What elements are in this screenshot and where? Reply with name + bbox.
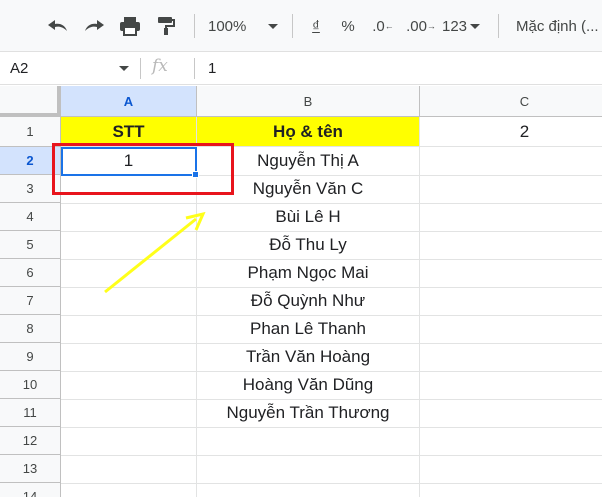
print-icon — [120, 17, 140, 36]
cell-c13[interactable] — [420, 455, 602, 484]
cell-a12[interactable] — [61, 427, 197, 456]
row-header[interactable]: 11 — [0, 399, 61, 427]
currency-label: ₫ — [312, 17, 320, 35]
zoom-select[interactable]: 100% — [208, 10, 282, 42]
cell-a13[interactable] — [61, 455, 197, 484]
cell-b10[interactable]: Hoàng Văn Dũng — [197, 371, 420, 400]
cell-a10[interactable] — [61, 371, 197, 400]
redo-button[interactable] — [80, 10, 108, 42]
row-header[interactable]: 5 — [0, 231, 61, 259]
formula-bar-separator — [194, 58, 195, 79]
cell-c3[interactable] — [420, 175, 602, 204]
cell-c10[interactable] — [420, 371, 602, 400]
row-header[interactable]: 13 — [0, 455, 61, 483]
cell-a11[interactable] — [61, 399, 197, 428]
cell-a1[interactable]: STT — [61, 117, 197, 147]
row-header[interactable]: 9 — [0, 343, 61, 371]
chevron-down-icon[interactable] — [119, 66, 129, 71]
paint-format-icon — [158, 17, 175, 35]
undo-button[interactable] — [44, 10, 72, 42]
arrow-left-icon: ← — [384, 21, 394, 31]
cell-reference: A2 — [10, 60, 29, 77]
cell-b11[interactable]: Nguyễn Trần Thương — [197, 399, 420, 428]
cell-c9[interactable] — [420, 343, 602, 372]
font-value: Mặc định (... — [516, 17, 599, 35]
increase-decimal-label: .00 — [406, 17, 427, 35]
cell-c12[interactable] — [420, 427, 602, 456]
toolbar-separator — [498, 14, 499, 38]
cell-a5[interactable] — [61, 231, 197, 260]
cell-c2[interactable] — [420, 147, 602, 176]
cell-a3[interactable] — [61, 175, 197, 204]
percent-label: % — [341, 17, 355, 35]
cell-c1[interactable]: 2 — [420, 117, 602, 147]
cell-c11[interactable] — [420, 399, 602, 428]
more-formats-label: 123 — [442, 17, 468, 35]
toolbar: 100% ₫ % .0 ← .00 → 123 Mặc định (... — [0, 0, 602, 52]
arrow-right-icon: → — [426, 21, 436, 31]
cell-b5[interactable]: Đỗ Thu Ly — [197, 231, 420, 260]
formula-bar: A2 fx 1 — [0, 52, 602, 85]
undo-icon — [48, 20, 67, 31]
cell-a9[interactable] — [61, 343, 197, 372]
chevron-down-icon — [470, 23, 481, 29]
cell-c7[interactable] — [420, 287, 602, 316]
cell-a8[interactable] — [61, 315, 197, 344]
row-header[interactable]: 2 — [0, 147, 61, 175]
formula-bar-separator — [140, 58, 141, 79]
cell-c6[interactable] — [420, 259, 602, 288]
row-header[interactable]: 4 — [0, 203, 61, 231]
cell-a14[interactable] — [61, 483, 197, 497]
increase-decimal-button[interactable]: .00 → — [406, 10, 436, 42]
cell-a4[interactable] — [61, 203, 197, 232]
percent-button[interactable]: % — [338, 10, 358, 42]
cell-a6[interactable] — [61, 259, 197, 288]
zoom-value: 100% — [208, 17, 247, 35]
row-header[interactable]: 8 — [0, 315, 61, 343]
cell-b7[interactable]: Đỗ Quỳnh Như — [197, 287, 420, 316]
cell-c5[interactable] — [420, 231, 602, 260]
select-all-corner[interactable] — [0, 86, 61, 117]
cell-b8[interactable]: Phan Lê Thanh — [197, 315, 420, 344]
column-header-a[interactable]: A — [61, 86, 197, 117]
row-header[interactable]: 7 — [0, 287, 61, 315]
cell-c8[interactable] — [420, 315, 602, 344]
row-header[interactable]: 6 — [0, 259, 61, 287]
column-header-c[interactable]: C — [420, 86, 602, 117]
cell-b12[interactable] — [197, 427, 420, 456]
row-header[interactable]: 14 — [0, 483, 61, 497]
cell-b4[interactable]: Bùi Lê H — [197, 203, 420, 232]
row-header[interactable]: 12 — [0, 427, 61, 455]
cell-b13[interactable] — [197, 455, 420, 484]
row-header[interactable]: 3 — [0, 175, 61, 203]
column-header-b[interactable]: B — [197, 86, 420, 117]
cell-b14[interactable] — [197, 483, 420, 497]
cell-c14[interactable] — [420, 483, 602, 497]
cell-a2[interactable]: 1 — [61, 147, 197, 176]
cell-b9[interactable]: Trần Văn Hoàng — [197, 343, 420, 372]
cell-b3[interactable]: Nguyễn Văn C — [197, 175, 420, 204]
paint-format-button[interactable] — [152, 10, 180, 42]
print-button[interactable] — [116, 10, 144, 42]
row-header[interactable]: 1 — [0, 117, 61, 147]
fx-icon: fx — [152, 56, 168, 76]
currency-button[interactable]: ₫ — [306, 10, 326, 42]
more-formats-button[interactable]: 123 — [442, 10, 488, 42]
font-select[interactable]: Mặc định (... — [516, 10, 602, 42]
decrease-decimal-button[interactable]: .0 ← — [370, 10, 396, 42]
cell-b6[interactable]: Phạm Ngọc Mai — [197, 259, 420, 288]
spreadsheet-grid: A B C 1 2 3 4 5 6 7 8 9 10 11 12 13 14 S… — [0, 86, 602, 497]
toolbar-separator — [292, 14, 293, 38]
cell-b1[interactable]: Họ & tên — [197, 117, 420, 147]
fill-handle[interactable] — [192, 171, 199, 178]
cell-c4[interactable] — [420, 203, 602, 232]
cell-a7[interactable] — [61, 287, 197, 316]
formula-input[interactable]: 1 — [208, 52, 216, 85]
row-header[interactable]: 10 — [0, 371, 61, 399]
redo-icon — [85, 20, 104, 31]
decrease-decimal-label: .0 — [372, 17, 385, 35]
cell-b2[interactable]: Nguyễn Thị A — [197, 147, 420, 176]
toolbar-separator — [194, 14, 195, 38]
chevron-down-icon — [268, 23, 279, 29]
